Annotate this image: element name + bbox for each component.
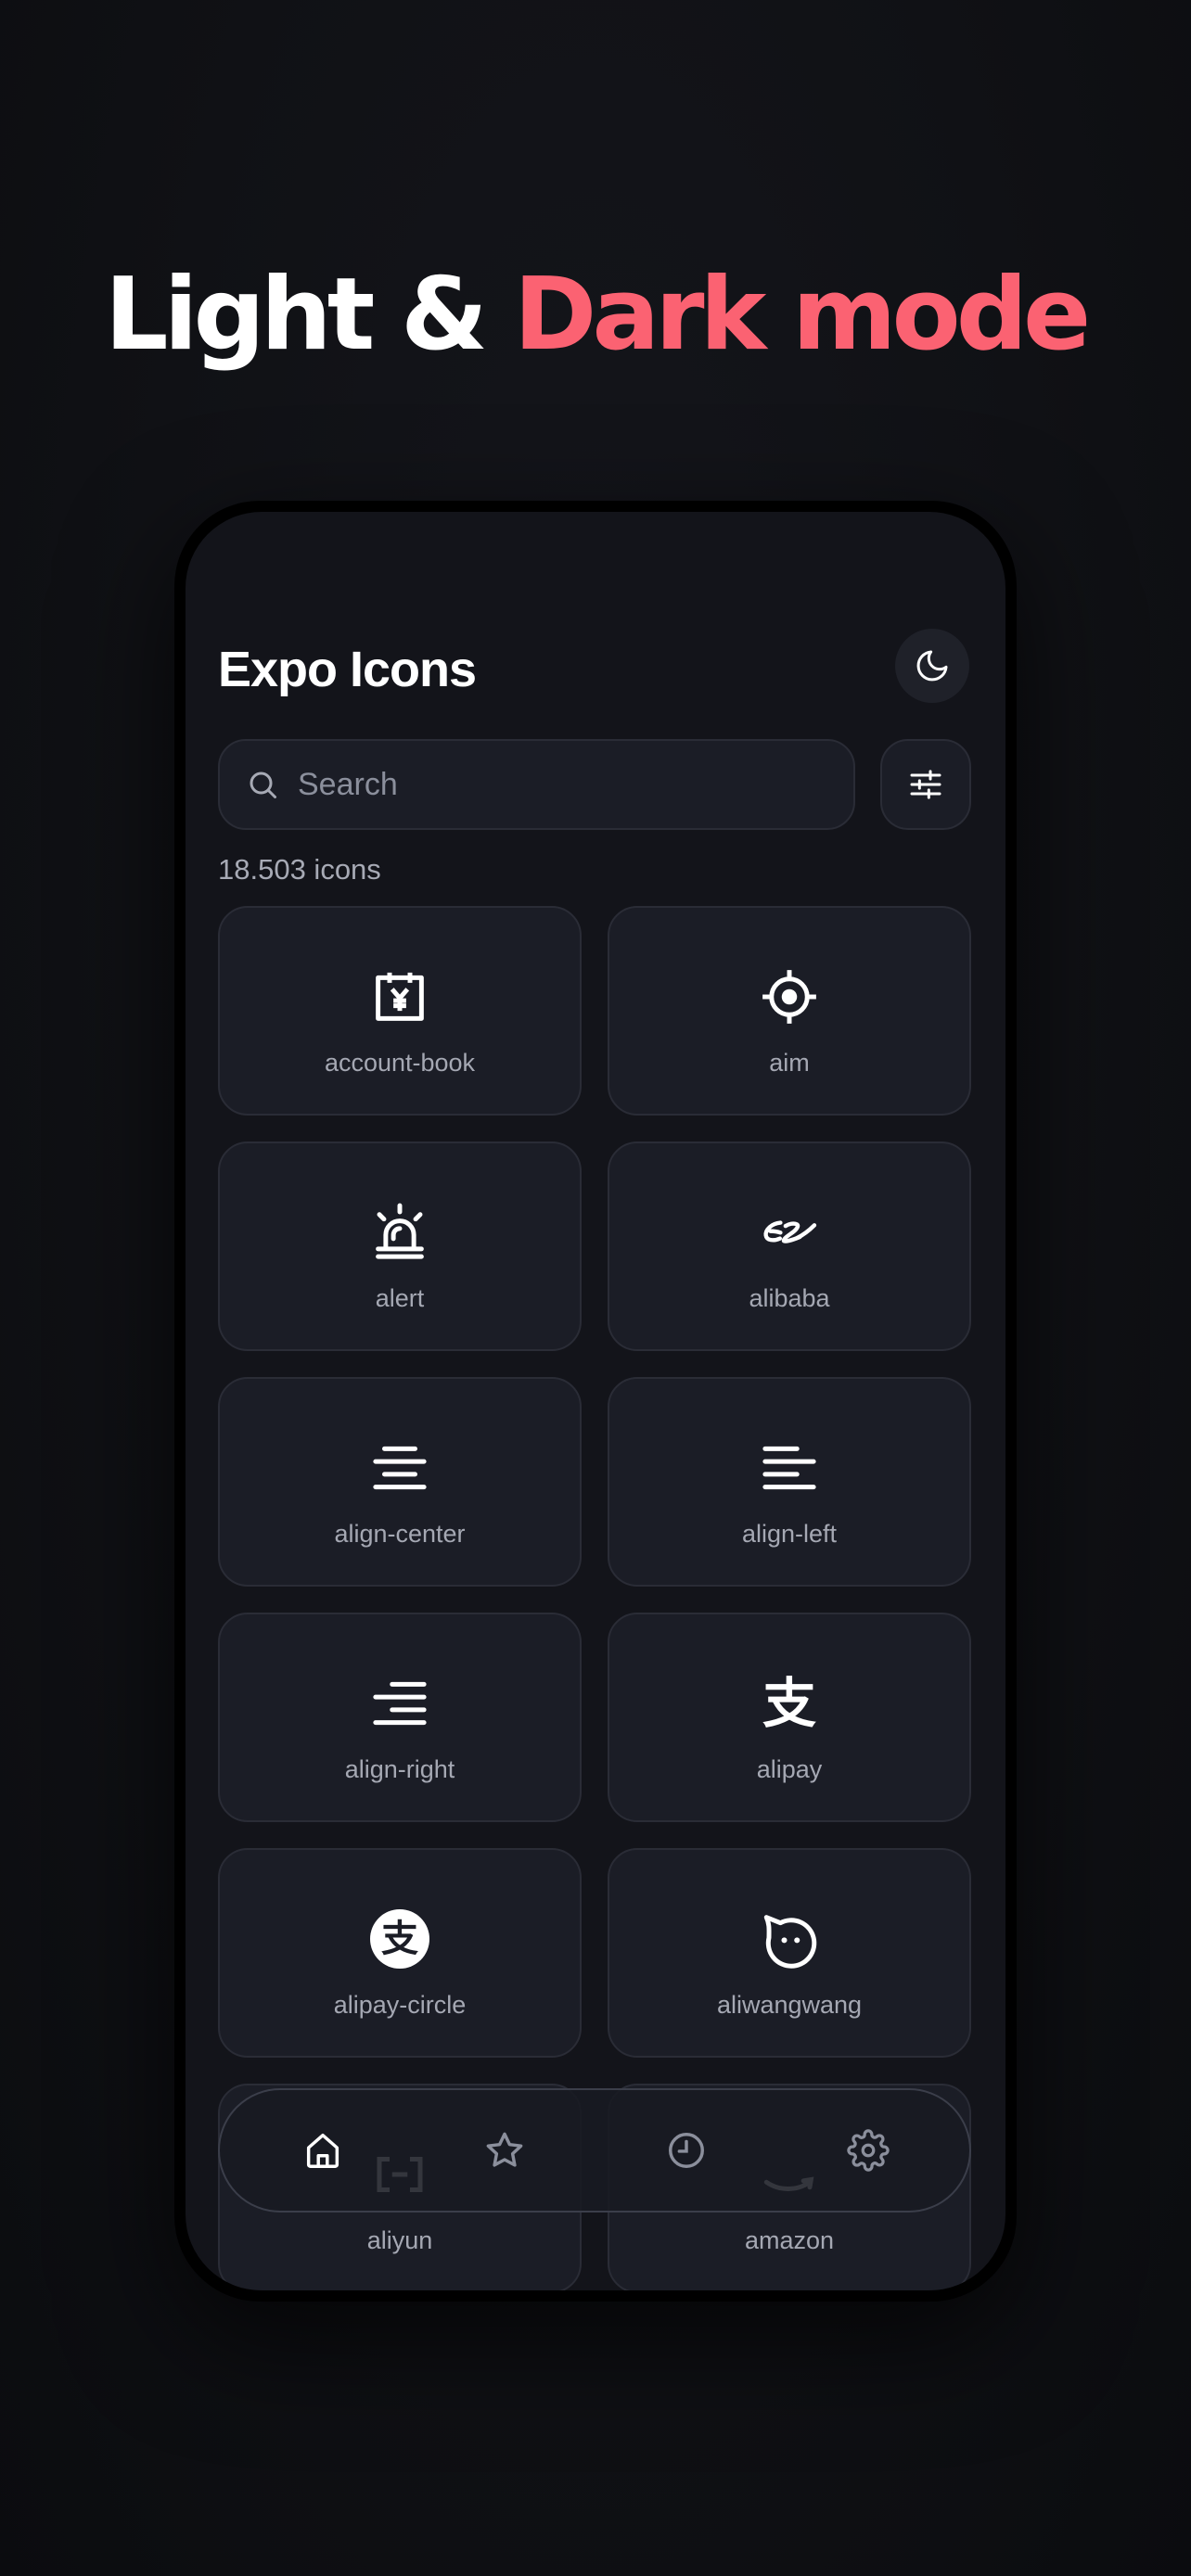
icon-card-align-center[interactable]: align-center bbox=[218, 1377, 582, 1587]
sliders-icon bbox=[910, 770, 941, 799]
alibaba-icon bbox=[763, 1220, 817, 1243]
phone-screen: Expo Icons 18.503 icons account-book bbox=[186, 512, 1005, 2290]
tab-favorites[interactable] bbox=[458, 2090, 551, 2211]
icon-card-align-right[interactable]: align-right bbox=[218, 1613, 582, 1822]
icon-card-label: account-book bbox=[324, 1049, 476, 1077]
tab-history[interactable] bbox=[640, 2090, 733, 2211]
alipay-icon: 支 bbox=[762, 1672, 816, 1735]
search-bar[interactable] bbox=[218, 739, 855, 830]
icon-card-aim[interactable]: aim bbox=[608, 906, 971, 1116]
aliwangwang-icon bbox=[763, 1915, 817, 1969]
search-icon bbox=[250, 772, 276, 798]
icon-card-label: aliyun bbox=[366, 2226, 433, 2254]
icon-card-label: align-left bbox=[741, 1520, 838, 1548]
headline: Light & Dark mode bbox=[0, 260, 1191, 371]
icon-card-label: amazon bbox=[744, 2226, 835, 2254]
icon-card-label: alert bbox=[375, 1284, 425, 1312]
theme-toggle-button[interactable] bbox=[895, 629, 969, 703]
align-right-icon bbox=[373, 1681, 427, 1726]
search-input[interactable] bbox=[296, 765, 819, 804]
home-icon bbox=[306, 2133, 339, 2168]
icon-count: 18.503 icons bbox=[218, 853, 381, 886]
icon-card-label: aliwangwang bbox=[716, 1991, 863, 2019]
alipay-circle-icon: 支 bbox=[370, 1909, 429, 1969]
moon-icon bbox=[916, 650, 948, 682]
alipay-circle-glyph: 支 bbox=[381, 1918, 418, 1960]
icon-card-label: align-right bbox=[344, 1755, 455, 1783]
aim-icon bbox=[762, 970, 816, 1024]
align-center-icon bbox=[373, 1446, 427, 1490]
headline-part1: Light & bbox=[104, 257, 488, 373]
phone-frame: Expo Icons 18.503 icons account-book bbox=[174, 501, 1017, 2302]
icon-card-aliwangwang[interactable]: aliwangwang bbox=[608, 1848, 971, 2058]
gear-icon bbox=[847, 2129, 890, 2172]
alert-icon bbox=[376, 1203, 424, 1259]
account-book-icon bbox=[376, 972, 424, 1021]
star-icon bbox=[486, 2132, 523, 2167]
icon-card-align-left[interactable]: align-left bbox=[608, 1377, 971, 1587]
page-title: Expo Icons bbox=[218, 642, 477, 697]
tab-settings[interactable] bbox=[822, 2090, 915, 2211]
icon-card-label: align-center bbox=[334, 1520, 466, 1548]
clock-icon bbox=[669, 2133, 704, 2168]
icon-card-alibaba[interactable]: alibaba bbox=[608, 1141, 971, 1351]
icon-card-account-book[interactable]: account-book bbox=[218, 906, 582, 1116]
tab-home[interactable] bbox=[276, 2090, 369, 2211]
icon-card-alipay[interactable]: 支 alipay bbox=[608, 1613, 971, 1822]
align-left-icon bbox=[762, 1446, 816, 1490]
bottom-tab-bar bbox=[218, 2088, 971, 2213]
icon-card-label: aim bbox=[769, 1049, 810, 1077]
icon-card-label: alipay bbox=[756, 1755, 823, 1783]
icon-card-alert[interactable]: alert bbox=[218, 1141, 582, 1351]
filter-button[interactable] bbox=[880, 739, 971, 830]
headline-part2: Dark mode bbox=[513, 257, 1092, 373]
icon-card-label: alipay-circle bbox=[333, 1991, 467, 2019]
icon-card-alipay-circle[interactable]: 支 alipay-circle bbox=[218, 1848, 582, 2058]
icon-card-label: alibaba bbox=[749, 1284, 830, 1312]
